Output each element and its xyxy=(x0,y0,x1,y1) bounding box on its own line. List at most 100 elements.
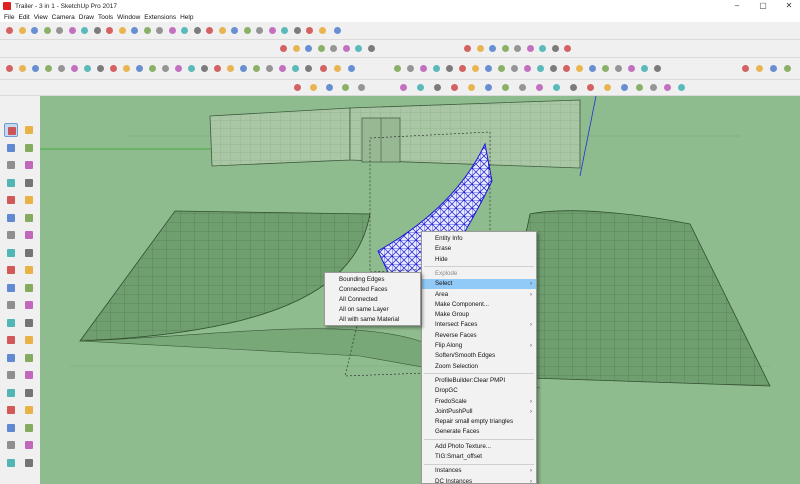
palette-tool-icon[interactable] xyxy=(22,228,36,242)
palette-tool-icon[interactable] xyxy=(22,263,36,277)
tb2-tool-icon[interactable] xyxy=(525,43,536,54)
tb2-tool-icon[interactable] xyxy=(278,43,289,54)
tb2-tool-icon[interactable] xyxy=(366,43,377,54)
tb3-tool-icon[interactable] xyxy=(134,63,145,74)
palette-tool-icon[interactable] xyxy=(4,298,18,312)
palette-tool-icon[interactable] xyxy=(22,158,36,172)
palette-tool-icon[interactable] xyxy=(4,368,18,382)
tb3-tool-icon[interactable] xyxy=(147,63,158,74)
palette-tool-icon[interactable] xyxy=(4,193,18,207)
tb3-tool-icon[interactable] xyxy=(548,63,559,74)
tb1-tool-icon[interactable] xyxy=(54,25,65,36)
tb1-tool-icon[interactable] xyxy=(179,25,190,36)
palette-tool-icon[interactable] xyxy=(22,246,36,260)
tb3-tool-icon[interactable] xyxy=(535,63,546,74)
menu-item-soften-smooth-edges[interactable]: Soften/Smooth Edges xyxy=(422,351,536,361)
tb2-tool-icon[interactable] xyxy=(316,43,327,54)
maximize-button[interactable]: ▢ xyxy=(752,0,774,12)
tb3-tool-icon[interactable] xyxy=(418,63,429,74)
tb4-tool-icon[interactable] xyxy=(324,82,335,93)
tb1-tool-icon[interactable] xyxy=(29,25,40,36)
tb1-tool-icon[interactable] xyxy=(67,25,78,36)
tb3-tool-icon[interactable] xyxy=(444,63,455,74)
tb3-tool-icon[interactable] xyxy=(561,63,572,74)
menu-item-erase[interactable]: Erase xyxy=(422,244,536,254)
menu-item-flip-along[interactable]: Flip Along › xyxy=(422,341,536,351)
close-button[interactable]: ✕ xyxy=(778,0,800,12)
menu-item-zoom-selection[interactable]: Zoom Selection xyxy=(422,362,536,372)
tb1-tool-icon[interactable] xyxy=(129,25,140,36)
palette-tool-icon[interactable] xyxy=(22,298,36,312)
tb3-tool-icon[interactable] xyxy=(496,63,507,74)
tb3-tool-icon[interactable] xyxy=(600,63,611,74)
tb1-tool-icon[interactable] xyxy=(267,25,278,36)
submenu-item-connected-faces[interactable]: Connected Faces xyxy=(325,285,420,295)
tb4-tool-icon[interactable] xyxy=(398,82,409,93)
menu-item-tig-smart-offset[interactable]: TIG:Smart_offset xyxy=(422,452,536,462)
tb2-tool-icon[interactable] xyxy=(500,43,511,54)
tb4-tool-icon[interactable] xyxy=(602,82,613,93)
menu-tools[interactable]: Tools xyxy=(96,14,115,21)
tb2-tool-icon[interactable] xyxy=(303,43,314,54)
palette-tool-icon[interactable] xyxy=(22,123,36,137)
tb1-tool-icon[interactable] xyxy=(217,25,228,36)
tb3-tool-icon[interactable] xyxy=(225,63,236,74)
tb3-tool-icon[interactable] xyxy=(754,63,765,74)
tb4-tool-icon[interactable] xyxy=(432,82,443,93)
menu-item-generate-faces[interactable]: Generate Faces xyxy=(422,427,536,437)
tb4-tool-icon[interactable] xyxy=(676,82,687,93)
tb3-tool-icon[interactable] xyxy=(264,63,275,74)
tb3-tool-icon[interactable] xyxy=(782,63,793,74)
tb1-tool-icon[interactable] xyxy=(92,25,103,36)
tb3-tool-icon[interactable] xyxy=(457,63,468,74)
menu-item-dropgc[interactable]: DropGC xyxy=(422,386,536,396)
tb2-tool-icon[interactable] xyxy=(291,43,302,54)
menu-draw[interactable]: Draw xyxy=(77,14,96,21)
menu-item-area[interactable]: Area › xyxy=(422,290,536,300)
menu-item-profilebuilder-clear-pmpi[interactable]: ProfileBuilder:Clear PMPI xyxy=(422,376,536,386)
palette-tool-icon[interactable] xyxy=(4,246,18,260)
tb2-tool-icon[interactable] xyxy=(353,43,364,54)
palette-tool-icon[interactable] xyxy=(22,333,36,347)
palette-tool-icon[interactable] xyxy=(22,421,36,435)
palette-tool-icon[interactable] xyxy=(22,351,36,365)
tb3-tool-icon[interactable] xyxy=(69,63,80,74)
tb2-tool-icon[interactable] xyxy=(550,43,561,54)
menu-item-instances[interactable]: Instances › xyxy=(422,466,536,476)
tb3-tool-icon[interactable] xyxy=(199,63,210,74)
tb3-tool-icon[interactable] xyxy=(318,63,329,74)
tb1-tool-icon[interactable] xyxy=(17,25,28,36)
palette-tool-icon[interactable] xyxy=(22,211,36,225)
tb1-tool-icon[interactable] xyxy=(304,25,315,36)
palette-tool-icon[interactable] xyxy=(22,193,36,207)
tb3-tool-icon[interactable] xyxy=(108,63,119,74)
submenu-item-all-connected[interactable]: All Connected xyxy=(325,295,420,305)
menu-item-add-photo-texture[interactable]: Add Photo Texture... xyxy=(422,442,536,452)
menu-window[interactable]: Window xyxy=(115,14,142,21)
palette-tool-icon[interactable] xyxy=(22,176,36,190)
palette-tool-icon[interactable] xyxy=(4,351,18,365)
tb3-tool-icon[interactable] xyxy=(509,63,520,74)
tb3-tool-icon[interactable] xyxy=(30,63,41,74)
palette-tool-icon[interactable] xyxy=(4,228,18,242)
tb3-tool-icon[interactable] xyxy=(212,63,223,74)
tb4-tool-icon[interactable] xyxy=(534,82,545,93)
tb1-tool-icon[interactable] xyxy=(279,25,290,36)
tb3-tool-icon[interactable] xyxy=(121,63,132,74)
palette-tool-icon[interactable] xyxy=(4,316,18,330)
tb3-tool-icon[interactable] xyxy=(277,63,288,74)
tb1-tool-icon[interactable] xyxy=(192,25,203,36)
palette-tool-icon[interactable] xyxy=(22,456,36,470)
tb3-tool-icon[interactable] xyxy=(332,63,343,74)
palette-tool-icon[interactable] xyxy=(4,386,18,400)
tb3-tool-icon[interactable] xyxy=(483,63,494,74)
submenu-item-all-on-same-layer[interactable]: All on same Layer xyxy=(325,305,420,315)
tb3-tool-icon[interactable] xyxy=(768,63,779,74)
tb1-tool-icon[interactable] xyxy=(254,25,265,36)
palette-tool-icon[interactable] xyxy=(4,403,18,417)
minimize-button[interactable]: – xyxy=(726,0,748,12)
palette-tool-icon[interactable] xyxy=(4,281,18,295)
tb3-tool-icon[interactable] xyxy=(522,63,533,74)
tb3-tool-icon[interactable] xyxy=(431,63,442,74)
tb1-tool-icon[interactable] xyxy=(142,25,153,36)
